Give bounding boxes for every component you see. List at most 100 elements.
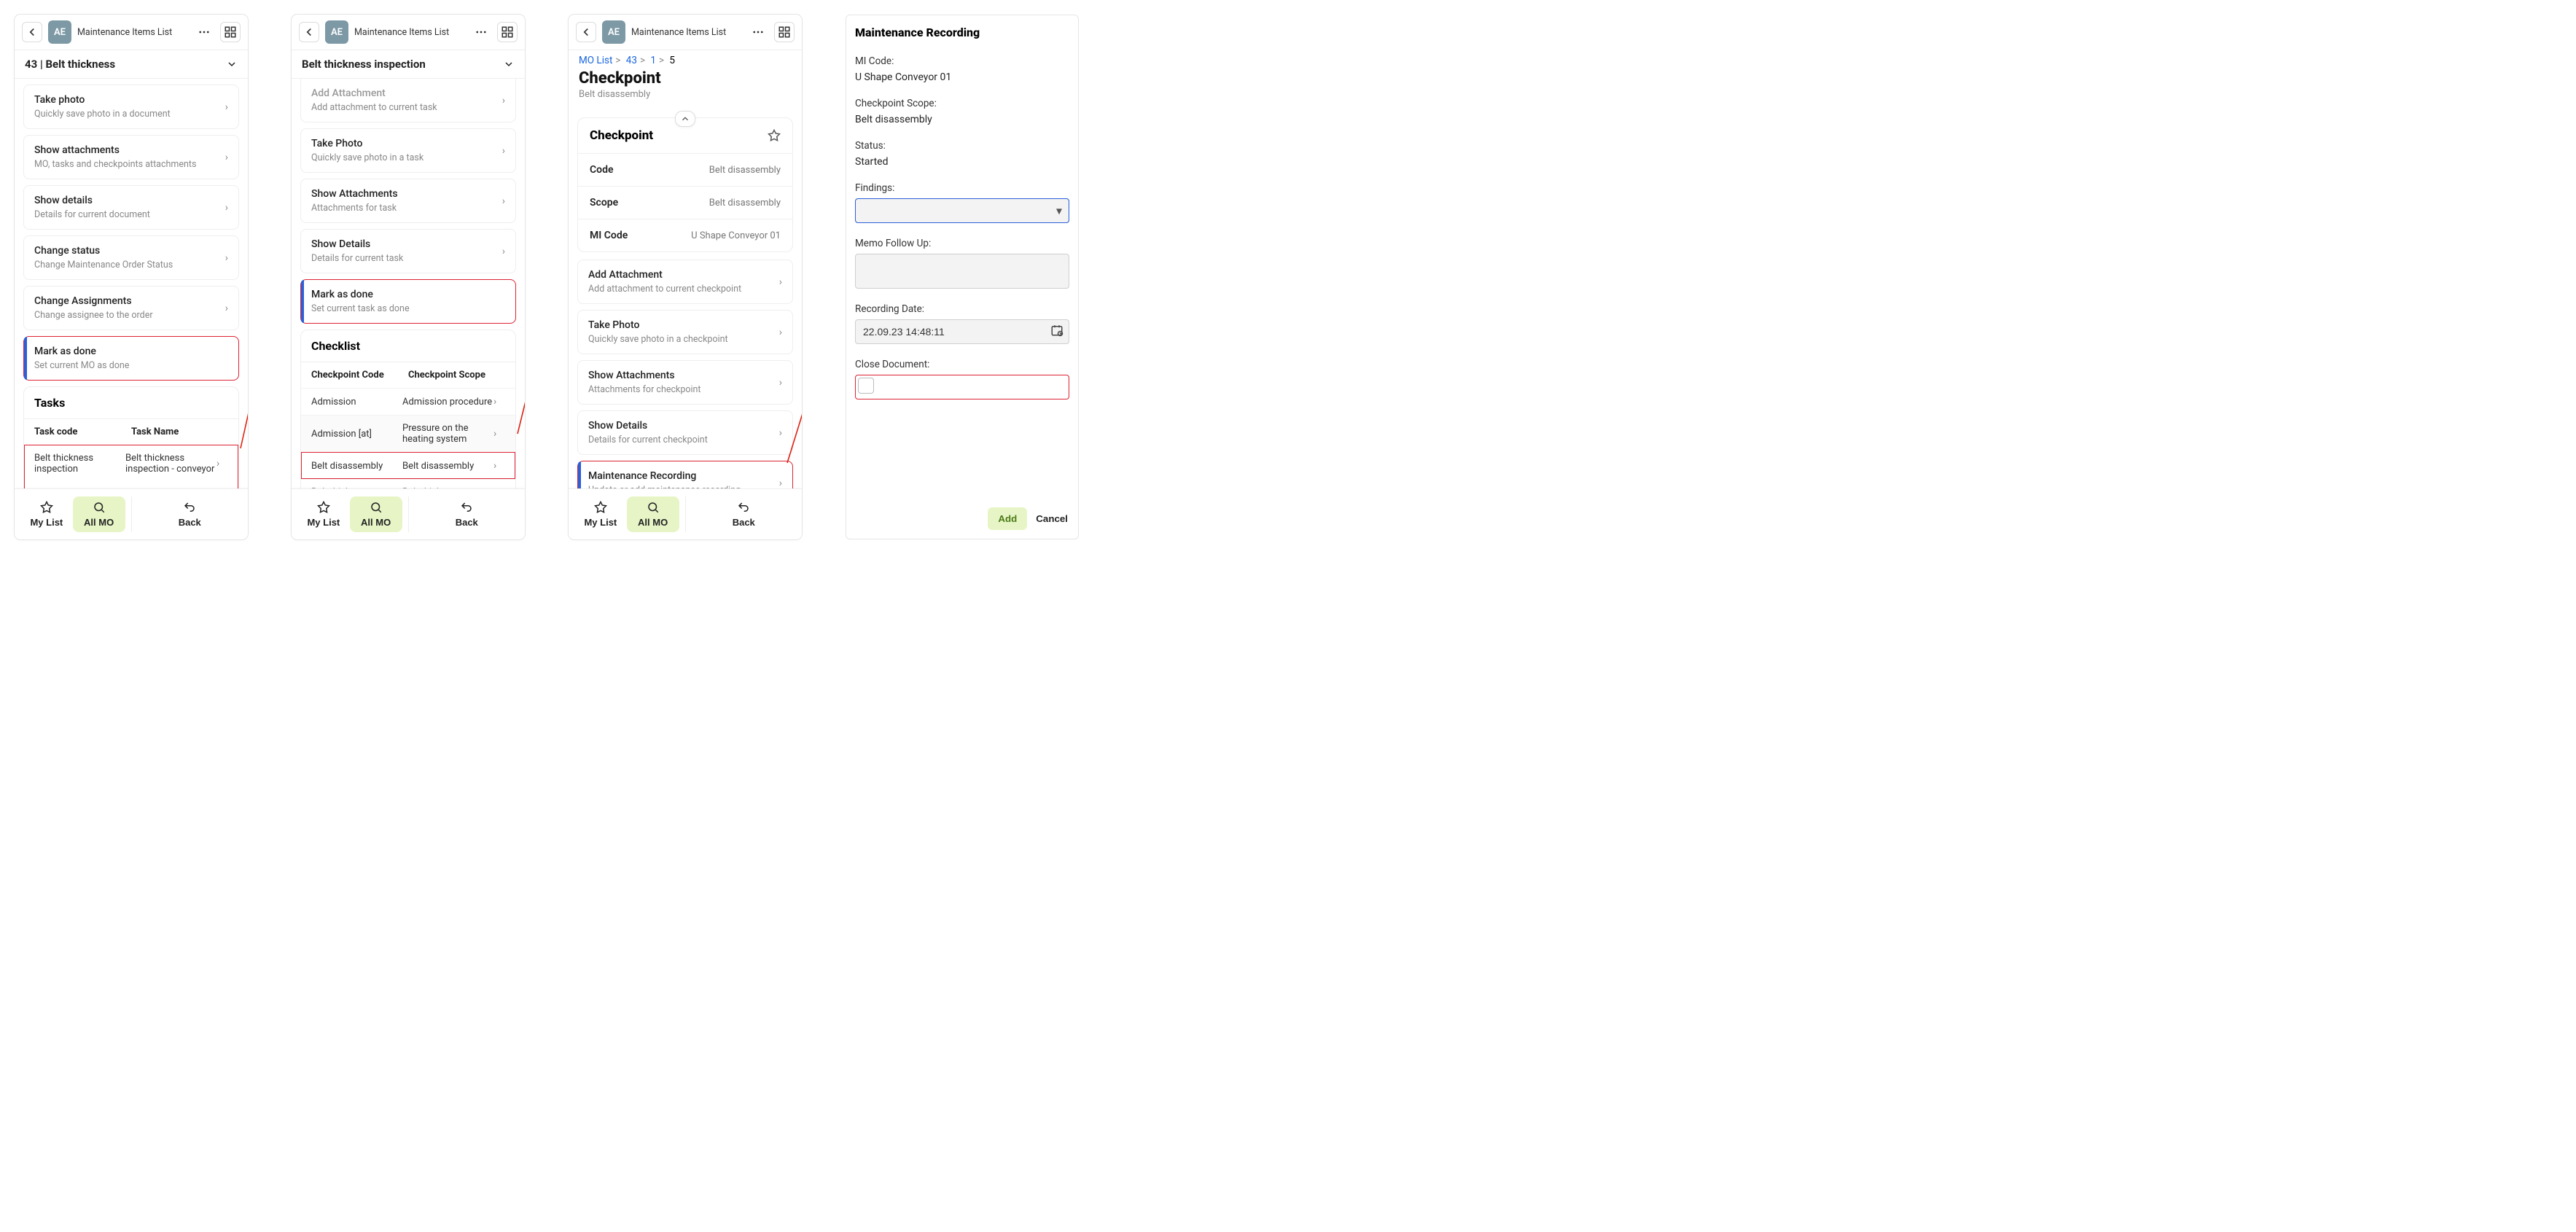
collapse-toggle[interactable] xyxy=(675,111,695,127)
more-button[interactable] xyxy=(748,22,768,42)
back-button[interactable] xyxy=(299,22,319,42)
search-icon xyxy=(93,501,106,514)
action-show-attachments[interactable]: Show attachmentsMO, tasks and checkpoint… xyxy=(23,135,239,179)
back-button[interactable] xyxy=(576,22,596,42)
date-input[interactable] xyxy=(855,319,1069,344)
value-scope: Belt disassembly xyxy=(855,114,1069,125)
dialog-title: Maintenance Recording xyxy=(855,26,1069,39)
action-maintenance-recording[interactable]: Maintenance RecordingUpdate or add maint… xyxy=(577,461,793,488)
action-take-photo[interactable]: Take PhotoQuickly save photo in a task › xyxy=(300,128,516,173)
action-add-attachment[interactable]: Add AttachmentAdd attachment to current … xyxy=(577,260,793,304)
action-show-attachments[interactable]: Show AttachmentsAttachments for task › xyxy=(300,179,516,223)
action-take-photo[interactable]: Take photoQuickly save photo in a docume… xyxy=(23,85,239,129)
chevron-right-icon: › xyxy=(502,145,505,157)
nav-back[interactable]: Back xyxy=(138,496,243,532)
action-take-photo[interactable]: Take PhotoQuickly save photo in a checkp… xyxy=(577,310,793,354)
grid-button[interactable] xyxy=(497,22,518,42)
nav-allmo[interactable]: All MO xyxy=(627,496,679,532)
divider xyxy=(408,496,409,532)
section-header[interactable]: Belt thickness inspection xyxy=(292,50,525,79)
more-button[interactable] xyxy=(471,22,491,42)
breadcrumb-current: 5 xyxy=(669,55,675,66)
grid-button[interactable] xyxy=(220,22,241,42)
task-done-row: Done: No xyxy=(24,482,238,488)
divider xyxy=(131,496,132,532)
content-scroll[interactable]: Checkpoint CodeBelt disassembly ScopeBel… xyxy=(569,107,802,488)
nav-mylist[interactable]: My List xyxy=(297,496,350,532)
label-memo: Memo Follow Up: xyxy=(855,238,1069,249)
chevron-up-icon xyxy=(680,114,690,124)
action-change-assignments[interactable]: Change AssignmentsChange assignee to the… xyxy=(23,286,239,330)
action-show-attachments[interactable]: Show AttachmentsAttachments for checkpoi… xyxy=(577,360,793,405)
back-button[interactable] xyxy=(22,22,42,42)
task-row[interactable]: Belt thickness inspection Belt thickness… xyxy=(24,445,238,482)
checklist-header: Checklist xyxy=(301,330,515,362)
checklist-row[interactable]: Admission Admission procedure › xyxy=(301,388,515,415)
checklist-card: Checklist Checkpoint Code Checkpoint Sco… xyxy=(300,330,516,488)
nav-allmo[interactable]: All MO xyxy=(73,496,125,532)
findings-select[interactable] xyxy=(855,198,1069,223)
nav-back[interactable]: Back xyxy=(692,496,797,532)
nav-mylist[interactable]: My List xyxy=(20,496,73,532)
label-date: Recording Date: xyxy=(855,303,1069,315)
nav-allmo[interactable]: All MO xyxy=(350,496,402,532)
chevron-right-icon: › xyxy=(779,427,782,439)
breadcrumb-link[interactable]: 43 xyxy=(626,55,637,66)
add-button[interactable]: Add xyxy=(988,507,1027,530)
chevron-right-icon: › xyxy=(225,152,228,163)
tasks-card: Tasks Task code Task Name Belt thickness… xyxy=(23,386,239,488)
action-show-details[interactable]: Show detailsDetails for current document… xyxy=(23,185,239,230)
content-scroll[interactable]: Take photoQuickly save photo in a docume… xyxy=(15,79,248,488)
label-status: Status: xyxy=(855,140,1069,152)
section-header[interactable]: 43 | Belt thickness xyxy=(15,50,248,79)
content-scroll[interactable]: Add AttachmentAdd attachment to current … xyxy=(292,79,525,488)
more-button[interactable] xyxy=(194,22,214,42)
panel-task-detail: AE Maintenance Items List Belt thickness… xyxy=(292,15,525,539)
topbar: AE Maintenance Items List xyxy=(292,15,525,50)
nav-mylist[interactable]: My List xyxy=(574,496,627,532)
app-badge: AE xyxy=(48,20,71,44)
action-add-attachment[interactable]: Add AttachmentAdd attachment to current … xyxy=(300,79,516,122)
star-list-icon xyxy=(594,501,607,514)
topbar: AE Maintenance Items List xyxy=(569,15,802,50)
checklist-row[interactable]: Belt thickness Straight Conveyors Belt t… xyxy=(301,479,515,488)
topbar-title: Maintenance Items List xyxy=(631,27,742,38)
page-subtitle: Belt disassembly xyxy=(569,87,802,107)
breadcrumb-link[interactable]: MO List xyxy=(579,55,612,66)
ellipsis-icon xyxy=(475,26,488,39)
undo-icon xyxy=(737,501,750,514)
panel-checkpoint: AE Maintenance Items List MO List> 43> 1… xyxy=(569,15,802,539)
ellipsis-icon xyxy=(198,26,211,39)
bottom-bar: My List All MO Back xyxy=(15,488,248,539)
label-scope: Checkpoint Scope: xyxy=(855,98,1069,109)
ellipsis-icon xyxy=(752,26,765,39)
chevron-right-icon: › xyxy=(779,276,782,288)
star-list-icon xyxy=(317,501,330,514)
grid-button[interactable] xyxy=(774,22,795,42)
section-title: Belt thickness inspection xyxy=(302,58,426,71)
calendar-icon[interactable] xyxy=(1050,324,1063,340)
bottom-bar: My List All MO Back xyxy=(569,488,802,539)
chevron-right-icon: › xyxy=(225,202,228,214)
chevron-right-icon: › xyxy=(225,303,228,314)
action-mark-as-done[interactable]: Mark as doneSet current task as done xyxy=(300,279,516,324)
chevron-right-icon: › xyxy=(779,327,782,338)
action-mark-as-done[interactable]: Mark as doneSet current MO as done xyxy=(23,336,239,381)
close-document-checkbox[interactable] xyxy=(858,378,874,394)
chevron-left-icon xyxy=(26,26,39,39)
action-show-details[interactable]: Show DetailsDetails for current checkpoi… xyxy=(577,410,793,455)
action-change-status[interactable]: Change statusChange Maintenance Order St… xyxy=(23,235,239,280)
breadcrumb-link[interactable]: 1 xyxy=(650,55,656,66)
chevron-down-icon xyxy=(226,58,238,70)
label-close-document: Close Document: xyxy=(855,359,1069,370)
star-icon[interactable] xyxy=(768,129,781,142)
nav-back[interactable]: Back xyxy=(415,496,520,532)
action-show-details[interactable]: Show DetailsDetails for current task › xyxy=(300,229,516,273)
grid-icon xyxy=(224,26,237,39)
checklist-row[interactable]: Admission [at] Pressure on the heating s… xyxy=(301,415,515,452)
cancel-button[interactable]: Cancel xyxy=(1036,513,1068,524)
memo-textarea[interactable] xyxy=(855,254,1069,289)
value-mi-code: U Shape Conveyor 01 xyxy=(855,71,1069,83)
chevron-right-icon: › xyxy=(779,477,782,489)
checklist-row-belt-disassembly[interactable]: Belt disassembly Belt disassembly › xyxy=(301,452,515,479)
